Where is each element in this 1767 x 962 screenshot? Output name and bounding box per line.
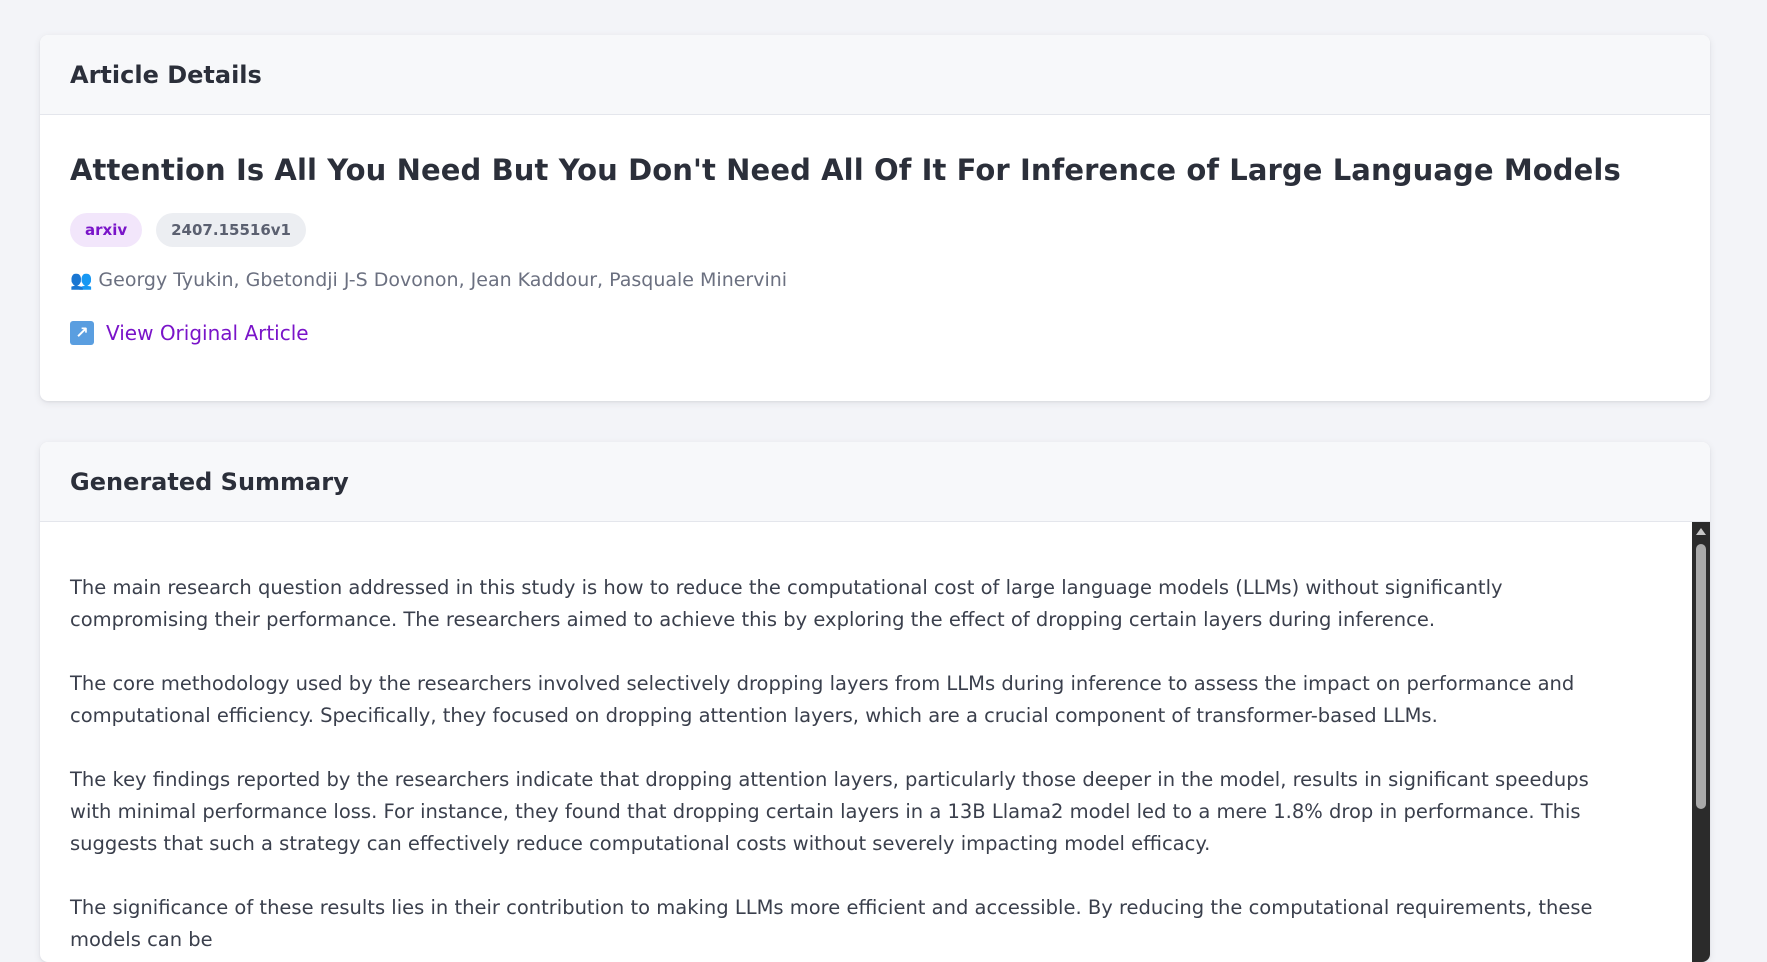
- summary-scroll-area[interactable]: The main research question addressed in …: [40, 522, 1710, 962]
- generated-summary-header: Generated Summary: [40, 442, 1710, 522]
- generated-summary-card: Generated Summary The main research ques…: [40, 442, 1710, 962]
- summary-paragraph: The core methodology used by the researc…: [70, 672, 1575, 727]
- summary-paragraph: The key findings reported by the researc…: [70, 768, 1589, 855]
- scrollbar-thumb[interactable]: [1696, 544, 1706, 809]
- users-icon: 👥: [70, 269, 93, 291]
- article-id-badge: 2407.15516v1: [156, 213, 306, 247]
- view-original-article-link[interactable]: ↗ View Original Article: [70, 321, 1680, 345]
- view-original-article-label: View Original Article: [106, 321, 309, 345]
- scroll-up-arrow-icon[interactable]: [1696, 528, 1706, 535]
- summary-text: The main research question addressed in …: [40, 522, 1710, 956]
- summary-paragraph: The main research question addressed in …: [70, 576, 1503, 631]
- external-link-icon: ↗: [70, 321, 94, 345]
- article-details-body: Attention Is All You Need But You Don't …: [40, 115, 1710, 345]
- source-badge: arxiv: [70, 213, 143, 247]
- authors-text: Georgy Tyukin, Gbetondji J-S Dovonon, Je…: [98, 269, 788, 291]
- article-details-card: Article Details Attention Is All You Nee…: [40, 35, 1710, 401]
- article-details-header: Article Details: [40, 35, 1710, 115]
- summary-paragraph: The significance of these results lies i…: [70, 896, 1593, 951]
- article-details-heading: Article Details: [70, 60, 262, 89]
- authors-line: 👥 Georgy Tyukin, Gbetondji J-S Dovonon, …: [70, 269, 1680, 291]
- badge-row: arxiv 2407.15516v1: [70, 213, 1680, 247]
- article-title: Attention Is All You Need But You Don't …: [70, 153, 1621, 187]
- summary-scrollbar[interactable]: [1692, 522, 1710, 962]
- generated-summary-heading: Generated Summary: [70, 467, 349, 496]
